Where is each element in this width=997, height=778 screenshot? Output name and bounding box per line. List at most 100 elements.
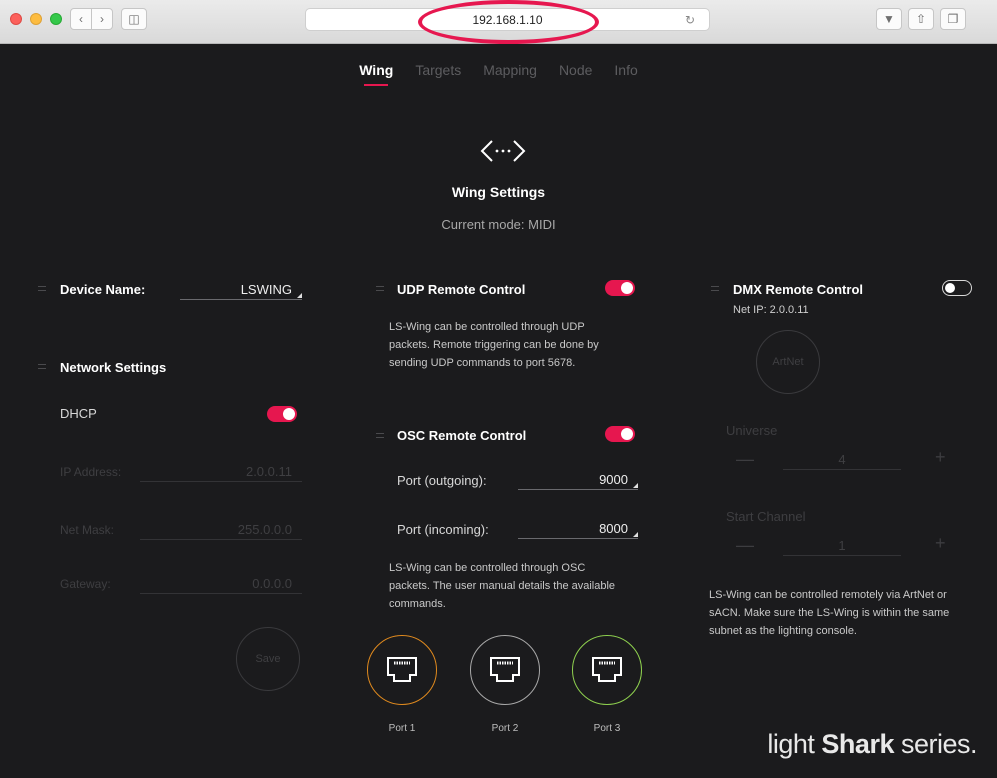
brand-series: series. <box>893 729 978 759</box>
close-window-button[interactable] <box>10 13 22 25</box>
universe-decrement-button[interactable]: — <box>736 449 754 470</box>
osc-remote-title: OSC Remote Control <box>397 428 527 443</box>
network-settings-title: Network Settings <box>60 360 167 375</box>
dhcp-toggle[interactable] <box>267 406 297 422</box>
universe-input[interactable]: 4 <box>783 452 901 470</box>
dmx-desc-line: subnet as the lighting console. <box>709 625 857 637</box>
tab-info[interactable]: Info <box>614 62 637 84</box>
tabs-button[interactable]: ❐ <box>940 8 966 30</box>
start-channel-input[interactable]: 1 <box>783 538 901 556</box>
port-incoming-value: 8000 <box>599 521 628 536</box>
universe-label: Universe <box>726 423 778 438</box>
start-channel-value: 1 <box>838 538 846 553</box>
port-incoming-label: Port (incoming): <box>397 522 489 537</box>
gateway-label: Gateway: <box>60 577 111 591</box>
start-channel-decrement-button[interactable]: — <box>736 535 754 556</box>
brand-logo: light Shark series. <box>767 729 977 760</box>
ethernet-port-icon <box>367 635 437 705</box>
port-2-label: Port 2 <box>491 723 519 734</box>
gateway-value: 0.0.0.0 <box>252 576 292 591</box>
ethernet-port-icon <box>572 635 642 705</box>
minimize-window-button[interactable] <box>30 13 42 25</box>
current-mode: Current mode: MIDI <box>441 217 556 232</box>
drag-handle-icon[interactable] <box>38 286 46 291</box>
port-1-label: Port 1 <box>388 723 416 734</box>
device-name-label: Device Name: <box>60 282 146 297</box>
gateway-input[interactable]: 0.0.0.0 <box>140 576 302 594</box>
annotation-circle <box>418 0 599 44</box>
udp-remote-title: UDP Remote Control <box>397 282 526 297</box>
dhcp-label: DHCP <box>60 406 97 421</box>
device-name-value: LSWING <box>240 282 292 297</box>
drag-handle-icon[interactable] <box>711 286 719 291</box>
brand-light: light <box>767 729 822 759</box>
app-content: Wing Targets Mapping Node Info Wing Sett… <box>8 44 989 778</box>
main-tabs: Wing Targets Mapping Node Info <box>8 62 989 86</box>
share-icon: ⇧ <box>915 12 927 26</box>
port-outgoing-label: Port (outgoing): <box>397 473 487 488</box>
dmx-toggle[interactable] <box>942 280 972 296</box>
brand-shark: Shark <box>821 729 894 759</box>
save-button-label: Save <box>255 653 281 665</box>
net-mask-input[interactable]: 255.0.0.0 <box>140 522 302 540</box>
dmx-description: LS-Wing can be controlled remotely via A… <box>709 586 979 640</box>
chevron-left-icon: ‹ <box>79 12 83 26</box>
drag-handle-icon[interactable] <box>38 364 46 369</box>
chevron-right-icon: › <box>100 12 104 26</box>
start-channel-increment-button[interactable]: + <box>935 533 946 554</box>
osc-toggle[interactable] <box>605 426 635 442</box>
udp-description: LS-Wing can be controlled through UDP pa… <box>389 318 659 372</box>
back-button[interactable]: ‹ <box>70 8 92 30</box>
ip-address-label: IP Address: <box>60 465 122 479</box>
artnet-button-label: ArtNet <box>772 356 804 368</box>
udp-toggle[interactable] <box>605 280 635 296</box>
osc-desc-line: packets. The user manual details the ava… <box>389 580 616 592</box>
tabs-icon: ❐ <box>947 12 959 26</box>
share-button[interactable]: ⇧ <box>908 8 934 30</box>
sidebar-icon: ◫ <box>128 12 140 26</box>
reload-icon[interactable]: ↻ <box>685 13 695 27</box>
ethernet-port-icon <box>470 635 540 705</box>
osc-description: LS-Wing can be controlled through OSC pa… <box>389 559 679 613</box>
net-mask-value: 255.0.0.0 <box>237 522 292 537</box>
udp-desc-line: LS-Wing can be controlled through UDP <box>389 321 585 333</box>
port-outgoing-value: 9000 <box>599 472 628 487</box>
tab-node[interactable]: Node <box>559 62 592 84</box>
universe-value: 4 <box>838 452 846 467</box>
dmx-desc-line: sACN. Make sure the LS-Wing is within th… <box>709 607 950 619</box>
port-2[interactable]: Port 2 <box>468 635 542 734</box>
ip-address-input[interactable]: 2.0.0.11 <box>140 464 302 482</box>
port-3-label: Port 3 <box>593 723 621 734</box>
universe-increment-button[interactable]: + <box>935 447 946 468</box>
udp-desc-line: sending UDP commands to port 5678. <box>389 357 576 369</box>
dmx-desc-line: LS-Wing can be controlled remotely via A… <box>709 589 947 601</box>
drag-handle-icon[interactable] <box>376 286 384 291</box>
port-outgoing-input[interactable]: 9000 <box>518 472 638 490</box>
dmx-remote-title: DMX Remote Control <box>733 282 863 297</box>
drag-handle-icon[interactable] <box>376 433 384 438</box>
zoom-window-button[interactable] <box>50 13 62 25</box>
download-icon: ▼ <box>883 12 895 26</box>
tab-targets[interactable]: Targets <box>415 62 461 84</box>
ip-address-value: 2.0.0.11 <box>245 464 292 479</box>
start-channel-label: Start Channel <box>726 509 806 524</box>
device-name-input[interactable]: LSWING <box>180 282 302 300</box>
artnet-button[interactable]: ArtNet <box>756 330 820 394</box>
udp-desc-line: packets. Remote triggering can be done b… <box>389 339 599 351</box>
tab-mapping[interactable]: Mapping <box>483 62 537 84</box>
page-title: Wing Settings <box>451 184 546 200</box>
port-incoming-input[interactable]: 8000 <box>518 521 638 539</box>
sidebar-button[interactable]: ◫ <box>121 8 147 30</box>
osc-desc-line: commands. <box>389 598 446 610</box>
osc-desc-line: LS-Wing can be controlled through OSC <box>389 562 586 574</box>
tab-wing[interactable]: Wing <box>359 62 393 86</box>
browser-toolbar: ‹ › ◫ 192.168.1.10 ↻ ▼ ⇧ ❐ <box>0 0 997 44</box>
port-3[interactable]: Port 3 <box>570 635 644 734</box>
port-1[interactable]: Port 1 <box>365 635 439 734</box>
forward-button[interactable]: › <box>91 8 113 30</box>
wing-settings-icon <box>478 136 528 176</box>
net-ip-text: Net IP: 2.0.0.11 <box>733 304 809 316</box>
save-button[interactable]: Save <box>236 627 300 691</box>
net-mask-label: Net Mask: <box>60 523 115 537</box>
downloads-button[interactable]: ▼ <box>876 8 902 30</box>
